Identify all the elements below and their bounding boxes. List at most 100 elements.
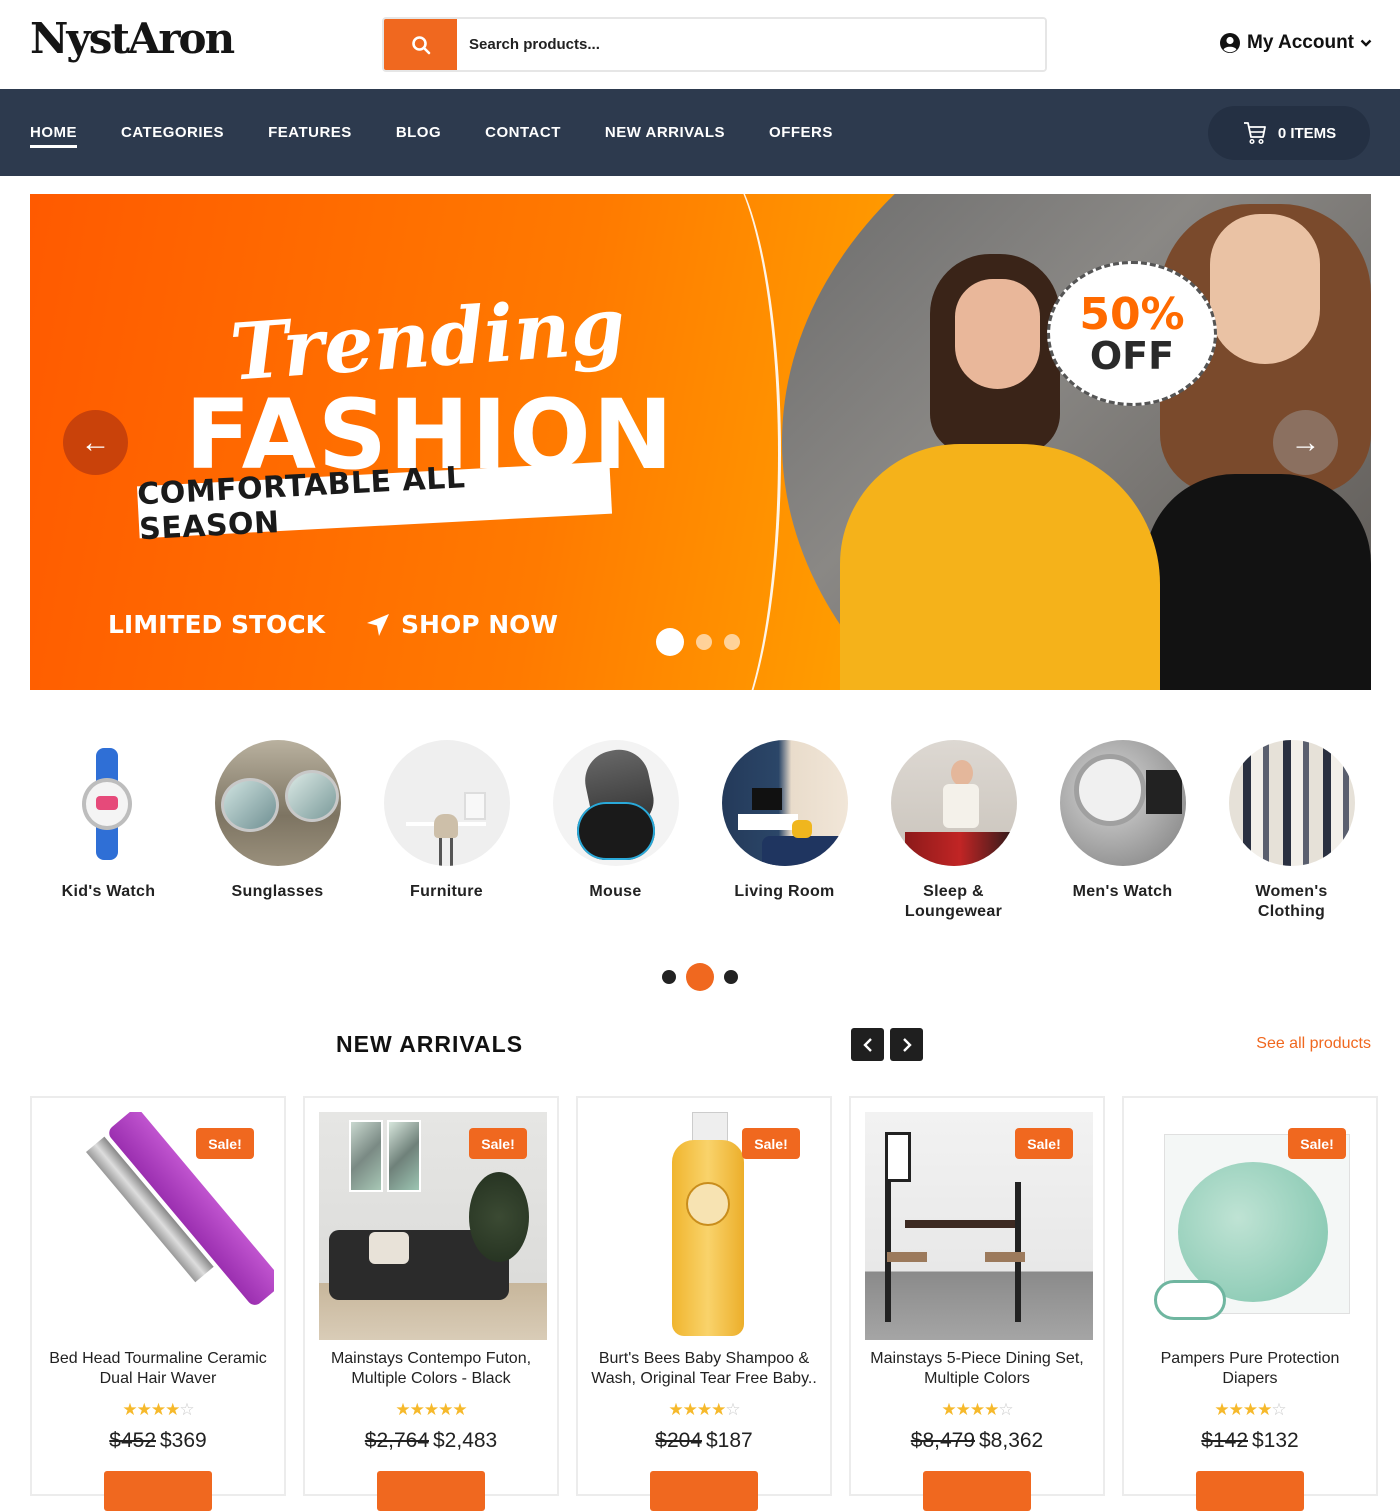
nav-offers[interactable]: OFFERS <box>769 124 833 141</box>
sale-badge: Sale! <box>1288 1128 1346 1159</box>
product-name[interactable]: Burt's Bees Baby Shampoo & Wash, Origina… <box>586 1349 822 1389</box>
category-living-room[interactable]: Living Room <box>700 740 869 922</box>
category-image <box>45 740 172 866</box>
category-furniture[interactable]: Furniture <box>362 740 531 922</box>
product-sale-price: $2,483 <box>433 1429 498 1452</box>
search-input[interactable] <box>457 19 1045 70</box>
model-1-dress <box>840 444 1160 690</box>
star-filled-icon: ★ <box>711 1400 726 1419</box>
model-2-face <box>1210 214 1320 364</box>
product-old-price: $8,479 <box>910 1429 975 1452</box>
site-header: NystAron My Account <box>0 0 1400 89</box>
hero-dot-3[interactable] <box>724 634 740 650</box>
category-mouse[interactable]: Mouse <box>531 740 700 922</box>
category-mens-watch[interactable]: Men's Watch <box>1038 740 1207 922</box>
add-to-cart-button[interactable] <box>1196 1471 1304 1511</box>
chevron-right-icon <box>902 1037 912 1052</box>
hero-prev-button[interactable]: ← <box>63 410 128 475</box>
category-image <box>1059 740 1186 866</box>
my-account-menu[interactable]: My Account <box>1219 32 1372 54</box>
star-filled-icon: ★ <box>122 1400 137 1419</box>
chevron-down-icon <box>1360 39 1372 47</box>
category-sleep-loungewear[interactable]: Sleep & Loungewear <box>869 740 1038 922</box>
product-price: $8,479 $8,362 <box>851 1429 1103 1453</box>
star-empty-icon: ☆ <box>725 1400 740 1419</box>
search-bar <box>382 17 1047 72</box>
product-name[interactable]: Mainstays 5-Piece Dining Set, Multiple C… <box>859 1349 1095 1389</box>
product-name[interactable]: Mainstays Contempo Futon, Multiple Color… <box>313 1349 549 1389</box>
hero-banner[interactable]: Trending FASHION COMFORTABLE ALL SEASON … <box>30 194 1371 690</box>
star-filled-icon: ★ <box>696 1400 712 1419</box>
category-label: Living Room <box>734 883 835 900</box>
product-old-price: $142 <box>1201 1429 1248 1452</box>
category-sunglasses[interactable]: Sunglasses <box>193 740 362 922</box>
hero-cta-row: LIMITED STOCK SHOP NOW <box>108 610 558 639</box>
product-card[interactable]: Sale! Mainstays Contempo Futon, Multiple… <box>303 1096 559 1511</box>
star-filled-icon: ★ <box>165 1400 180 1419</box>
navigation-arrow-icon <box>367 613 390 636</box>
hero-pagination <box>656 628 740 656</box>
star-filled-icon: ★ <box>1257 1400 1272 1419</box>
chevron-left-icon <box>862 1037 872 1052</box>
product-rating: ★★★★☆ <box>851 1400 1103 1420</box>
star-filled-icon: ★ <box>1214 1400 1229 1419</box>
product-old-price: $204 <box>655 1429 702 1452</box>
product-sale-price: $369 <box>160 1429 207 1452</box>
add-to-cart-button[interactable] <box>104 1471 212 1511</box>
product-card[interactable]: Sale! Mainstays 5-Piece Dining Set, Mult… <box>849 1096 1105 1511</box>
model-1-face <box>955 279 1040 389</box>
star-filled-icon: ★ <box>1242 1400 1258 1419</box>
hero-next-button[interactable]: → <box>1273 410 1338 475</box>
product-name[interactable]: Bed Head Tourmaline Ceramic Dual Hair Wa… <box>40 1349 276 1389</box>
limited-stock-label: LIMITED STOCK <box>108 610 326 639</box>
category-label: Sunglasses <box>231 883 324 900</box>
add-to-cart-button[interactable] <box>923 1471 1031 1511</box>
new-arrivals-prev-button[interactable] <box>851 1028 884 1061</box>
category-image <box>383 740 510 866</box>
cart-count-label: 0 ITEMS <box>1277 124 1337 142</box>
new-arrivals-next-button[interactable] <box>890 1028 923 1061</box>
product-rating: ★★★★☆ <box>32 1400 284 1420</box>
cart-button[interactable]: 0 ITEMS <box>1208 106 1370 160</box>
nav-home[interactable]: HOME <box>30 124 77 148</box>
product-old-price: $2,764 <box>364 1429 429 1452</box>
nav-new-arrivals[interactable]: NEW ARRIVALS <box>605 124 725 141</box>
nav-categories[interactable]: CATEGORIES <box>121 124 224 141</box>
category-kids-watch[interactable]: Kid's Watch <box>24 740 193 922</box>
star-filled-icon: ★ <box>941 1400 956 1419</box>
category-womens-clothing[interactable]: Women's Clothing <box>1207 740 1376 922</box>
product-name[interactable]: Pampers Pure Protection Diapers <box>1132 1349 1368 1389</box>
star-filled-icon: ★ <box>395 1400 410 1419</box>
hero-dot-2[interactable] <box>696 634 712 650</box>
product-card[interactable]: Sale! Burt's Bees Baby Shampoo & Wash, O… <box>576 1096 832 1511</box>
star-filled-icon: ★ <box>984 1400 999 1419</box>
see-all-products-link[interactable]: See all products <box>1256 1035 1371 1053</box>
category-dot-2[interactable] <box>686 963 714 991</box>
star-empty-icon: ☆ <box>179 1400 194 1419</box>
cart-icon <box>1243 122 1266 145</box>
search-button[interactable] <box>384 19 457 70</box>
sale-badge: Sale! <box>1015 1128 1073 1159</box>
site-logo[interactable]: NystAron <box>30 14 235 63</box>
category-image <box>214 740 341 866</box>
category-pagination <box>662 963 738 991</box>
add-to-cart-button[interactable] <box>650 1471 758 1511</box>
product-card[interactable]: Sale! Pampers Pure Protection Diapers ★★… <box>1122 1096 1378 1511</box>
category-image <box>1228 740 1355 866</box>
category-dot-1[interactable] <box>662 970 676 984</box>
hero-dot-1[interactable] <box>656 628 684 656</box>
product-sale-price: $8,362 <box>979 1429 1044 1452</box>
category-dot-3[interactable] <box>724 970 738 984</box>
nav-blog[interactable]: BLOG <box>396 124 441 141</box>
product-card[interactable]: Sale! Bed Head Tourmaline Ceramic Dual H… <box>30 1096 286 1511</box>
discount-badge: 50% OFF <box>1047 261 1217 406</box>
nav-contact[interactable]: CONTACT <box>485 124 561 141</box>
shop-now-link[interactable]: SHOP NOW <box>365 610 558 639</box>
star-filled-icon: ★ <box>423 1400 439 1419</box>
arrow-right-icon: → <box>1290 425 1321 459</box>
nav-features[interactable]: FEATURES <box>268 124 352 141</box>
shop-now-label: SHOP NOW <box>401 610 558 639</box>
add-to-cart-button[interactable] <box>377 1471 485 1511</box>
product-rating: ★★★★★ <box>305 1400 557 1420</box>
user-circle-icon <box>1220 33 1241 53</box>
